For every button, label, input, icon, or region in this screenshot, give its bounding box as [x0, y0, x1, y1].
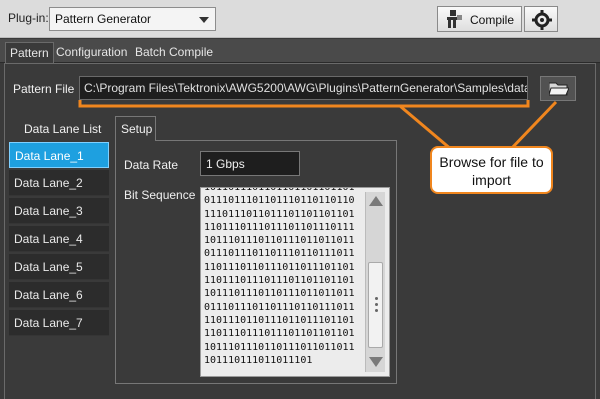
- leader-line: [399, 104, 453, 152]
- underline-bracket: [78, 100, 530, 108]
- browse-callout: Browse for file to import: [430, 146, 553, 194]
- tab-setup[interactable]: Setup: [115, 116, 156, 141]
- callout-leader-lines: [78, 100, 558, 152]
- leader-line: [508, 100, 558, 152]
